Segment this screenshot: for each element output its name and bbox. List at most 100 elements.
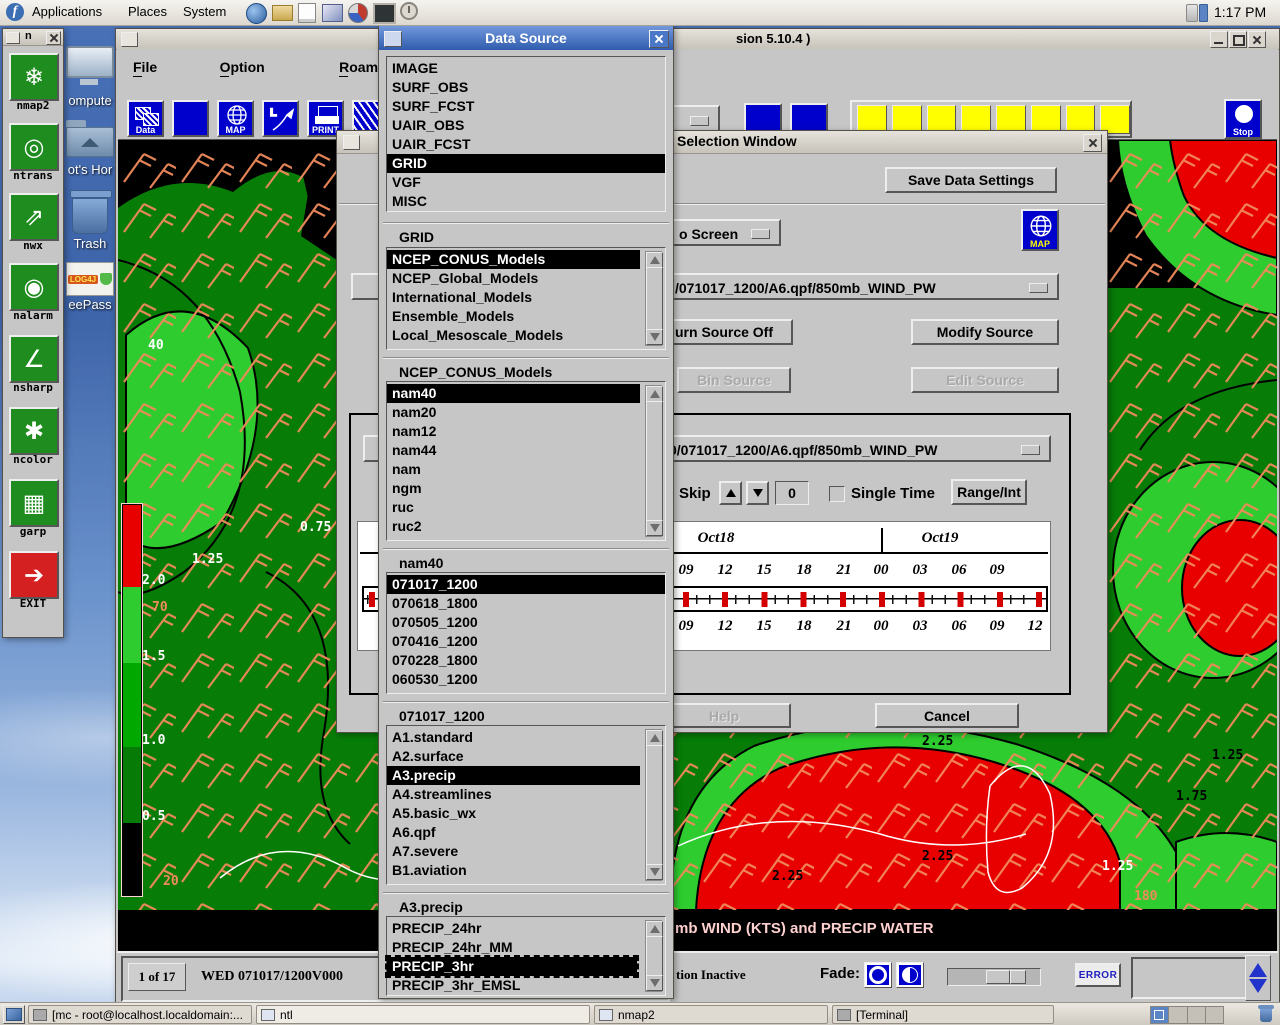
list-item-selected[interactable]: PRECIP_3hr [387, 957, 637, 976]
close-button[interactable] [1083, 134, 1102, 152]
list-item-selected[interactable]: GRID [387, 154, 665, 173]
window-menu-icon[interactable] [121, 32, 138, 47]
list-item[interactable]: IMAGE [387, 59, 665, 78]
scrollbar[interactable] [645, 729, 662, 881]
nmap-titlebar[interactable]: sion 5.10.4 ) [116, 29, 1279, 50]
list-item[interactable]: PRECIP_24hr_MM [387, 938, 665, 957]
launcher-ncolor-button[interactable]: ✱ [9, 407, 59, 455]
list-item-selected[interactable]: A3.precip [387, 766, 640, 785]
list-item[interactable]: B1.aviation [387, 861, 665, 880]
scroll-up-icon[interactable] [646, 386, 663, 402]
launcher-nalarm-button[interactable]: ◉ [9, 263, 59, 311]
desktop-icon-label[interactable]: ompute [62, 93, 118, 108]
fade-slider-track[interactable] [947, 968, 1041, 986]
show-desktop-button[interactable] [3, 1005, 25, 1024]
volume-applet-icon[interactable] [1186, 4, 1198, 22]
list-item[interactable]: 070416_1200 [387, 632, 665, 651]
fade-slider-thumb[interactable] [986, 970, 1010, 984]
launcher-titlebar[interactable]: n [3, 29, 63, 46]
list-item[interactable]: A7.severe [387, 842, 665, 861]
home-folder-icon[interactable] [66, 120, 112, 156]
places-menu[interactable]: Places [128, 4, 167, 19]
taskbar-item-mc[interactable]: [mc - root@localhost.localdomain:... [28, 1005, 252, 1024]
list-item[interactable]: UAIR_OBS [387, 116, 665, 135]
battery-applet-icon[interactable] [1199, 4, 1208, 22]
error-button[interactable]: ERROR [1075, 963, 1121, 987]
list-item-selected[interactable]: nam40 [387, 384, 640, 403]
list-item[interactable]: 060530_1200 [387, 670, 665, 689]
list-item[interactable]: ngm [387, 479, 665, 498]
list-item[interactable]: International_Models [387, 288, 665, 307]
list-item[interactable]: SURF_FCST [387, 97, 665, 116]
scroll-down-icon[interactable] [646, 520, 663, 536]
trash-icon[interactable] [70, 190, 110, 234]
screenshot-icon[interactable] [322, 4, 343, 22]
menu-roam[interactable]: Roam [335, 57, 382, 77]
minimize-button[interactable] [1210, 31, 1228, 48]
map-settings-button[interactable]: MAP [1021, 209, 1059, 251]
scrollbar[interactable] [645, 920, 662, 992]
scroll-updown-control[interactable] [1245, 955, 1271, 1001]
launcher-nsharp-button[interactable]: ∠ [9, 335, 59, 383]
window-menu-icon[interactable] [384, 31, 402, 47]
list-item[interactable]: UAIR_FCST [387, 135, 665, 154]
list-item[interactable]: Local_Mesoscale_Models [387, 326, 665, 345]
list-item[interactable]: Ensemble_Models [387, 307, 665, 326]
edit-source-button[interactable]: Edit Source [911, 367, 1059, 393]
workspace-2[interactable] [1169, 1007, 1187, 1023]
taskbar-item-terminal[interactable]: [Terminal] [832, 1005, 1054, 1024]
workspace-1-active[interactable] [1151, 1007, 1169, 1023]
list-item[interactable]: ruc [387, 498, 665, 517]
bin-source-button[interactable]: Bin Source [677, 367, 791, 393]
blank-blue-button[interactable] [172, 100, 209, 137]
scroll-up-icon[interactable] [646, 921, 663, 937]
close-button[interactable] [1248, 31, 1266, 48]
workspace-4[interactable] [1206, 1007, 1223, 1023]
desktop-icon-label[interactable]: ot's Hor [62, 162, 118, 177]
range-int-button[interactable]: Range/Int [951, 479, 1027, 505]
launcher-nmap2-button[interactable]: ❄ [9, 53, 59, 101]
trash-applet-icon[interactable] [1258, 1005, 1274, 1023]
scroll-down-icon[interactable] [646, 329, 663, 345]
list-item[interactable]: PRECIP_24hr [387, 919, 665, 938]
list-item[interactable]: A2.surface [387, 747, 665, 766]
terminal-icon[interactable] [373, 3, 396, 24]
window-menu-icon[interactable] [343, 135, 360, 150]
computer-icon[interactable] [66, 46, 112, 86]
single-time-checkbox[interactable] [829, 486, 845, 502]
scrollbar-thumb[interactable] [646, 267, 663, 330]
list-item[interactable]: nam44 [387, 441, 665, 460]
modify-source-button[interactable]: Modify Source [911, 319, 1059, 345]
list-item[interactable]: SURF_OBS [387, 78, 665, 97]
taskbar-item-ntl[interactable]: ntl [256, 1005, 590, 1024]
taskbar-item-nmap2[interactable]: nmap2 [594, 1005, 828, 1024]
data-source-titlebar[interactable]: Data Source [379, 26, 673, 50]
applications-menu[interactable]: Applications [32, 4, 102, 19]
list-item[interactable]: 070618_1800 [387, 594, 665, 613]
launcher-nwx-button[interactable]: ⇗ [9, 193, 59, 241]
clock[interactable]: 1:17 PM [1214, 4, 1266, 20]
data-button[interactable]: Data [127, 100, 164, 137]
skip-down-button[interactable] [746, 481, 769, 505]
save-data-settings-button[interactable]: Save Data Settings [885, 167, 1057, 193]
list-item[interactable]: nam12 [387, 422, 665, 441]
web-browser-icon[interactable] [246, 3, 267, 24]
window-menu-icon[interactable] [6, 32, 20, 44]
launcher-exit-button[interactable]: ➔ [9, 551, 59, 599]
list-item[interactable]: NCEP_Global_Models [387, 269, 665, 288]
help-button[interactable]: Help [657, 703, 791, 728]
scroll-up-icon[interactable] [646, 730, 663, 746]
list-item[interactable]: PRECIP_3hr_EMSL [387, 976, 665, 995]
system-menu[interactable]: System [183, 4, 226, 19]
desktop-icon-label[interactable]: eePass [62, 297, 118, 312]
list-item-selected[interactable]: NCEP_CONUS_Models [387, 250, 640, 269]
list-item[interactable]: 070505_1200 [387, 613, 665, 632]
scroll-down-icon[interactable] [646, 975, 663, 991]
list-item[interactable]: A5.basic_wx [387, 804, 665, 823]
list-item[interactable]: MISC [387, 192, 665, 211]
system-monitor-icon[interactable] [348, 3, 368, 23]
email-icon[interactable] [272, 5, 293, 21]
log4j-cup-icon[interactable]: LOG4J [66, 262, 114, 296]
power-icon[interactable] [400, 2, 418, 20]
fedora-menu-icon[interactable]: f [6, 3, 24, 21]
